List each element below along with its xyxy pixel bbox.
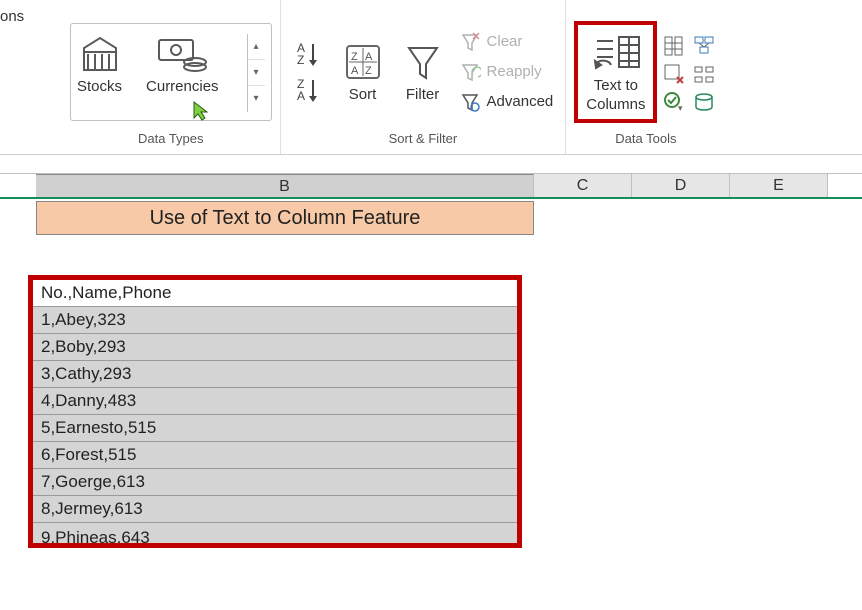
worksheet[interactable]: B C D E Use of Text to Column Feature No…: [0, 155, 862, 548]
consolidate-icon: [693, 35, 715, 57]
group-data-tools: Text to Columns ▾: [566, 0, 725, 154]
group-sort-filter: A Z Z A: [281, 0, 567, 154]
scroll-down-icon[interactable]: ▾: [248, 60, 265, 86]
flash-fill-icon: [663, 35, 685, 57]
advanced-button[interactable]: Advanced: [459, 91, 554, 113]
column-header-D[interactable]: D: [632, 174, 730, 197]
group-label-data-types: Data Types: [138, 129, 204, 150]
svg-text:A: A: [297, 89, 305, 103]
svg-text:Z: Z: [351, 51, 358, 63]
reapply-label: Reapply: [487, 63, 542, 80]
text-to-columns-highlight: Text to Columns: [574, 21, 657, 123]
svg-text:A: A: [351, 65, 359, 77]
table-row[interactable]: 7,Goerge,613: [33, 469, 517, 496]
clear-button[interactable]: Clear: [459, 31, 554, 53]
scroll-up-icon[interactable]: ▴: [248, 34, 265, 60]
sort-desc-button[interactable]: Z A: [295, 76, 325, 104]
relationships-icon: [693, 63, 715, 85]
title-cell[interactable]: Use of Text to Column Feature: [36, 201, 534, 235]
filter-button[interactable]: Filter: [395, 36, 451, 107]
table-row[interactable]: 4,Danny,483: [33, 388, 517, 415]
clear-label: Clear: [487, 33, 523, 50]
data-validation-icon: ▾: [663, 91, 685, 113]
column-header-B[interactable]: B: [36, 174, 534, 197]
sort-button[interactable]: Z A A Z Sort: [335, 36, 391, 107]
group-data-types: Stocks Currencies ▴ ▾: [62, 0, 281, 154]
reapply-button[interactable]: Reapply: [459, 61, 554, 83]
advanced-icon: [459, 91, 481, 113]
group-label-sort-filter: Sort & Filter: [389, 129, 458, 150]
sort-icon: Z A A Z: [341, 40, 385, 84]
sort-asc-icon: A Z: [295, 40, 325, 68]
data-types-gallery[interactable]: Stocks Currencies ▴ ▾: [70, 23, 272, 121]
manage-data-model-button[interactable]: [693, 91, 715, 113]
relationships-button[interactable]: [693, 63, 715, 85]
data-validation-button[interactable]: ▾: [663, 91, 685, 113]
ribbon: ons Stock: [0, 0, 862, 155]
column-header-E[interactable]: E: [730, 174, 828, 197]
table-row[interactable]: 2,Boby,293: [33, 334, 517, 361]
sort-label: Sort: [349, 86, 377, 103]
table-row[interactable]: 5,Earnesto,515: [33, 415, 517, 442]
remove-duplicates-icon: [663, 63, 685, 85]
partial-tab-label: ons: [0, 8, 24, 25]
table-row[interactable]: 9,Phineas,643: [33, 523, 517, 543]
consolidate-button[interactable]: [693, 35, 715, 57]
data-selection-highlight: No.,Name,Phone 1,Abey,323 2,Boby,293 3,C…: [28, 275, 522, 548]
text-to-columns-icon: [589, 31, 643, 75]
currencies-button[interactable]: Currencies: [146, 34, 219, 112]
text-to-columns-button[interactable]: Text to Columns: [580, 27, 651, 117]
column-headers: B C D E: [0, 173, 862, 199]
column-header-C[interactable]: C: [534, 174, 632, 197]
svg-text:▾: ▾: [678, 103, 683, 113]
table-row[interactable]: 1,Abey,323: [33, 307, 517, 334]
clear-icon: [459, 31, 481, 53]
sort-desc-icon: Z A: [295, 76, 325, 104]
data-model-icon: [693, 91, 715, 113]
currencies-icon: [155, 34, 209, 74]
stocks-button[interactable]: Stocks: [77, 34, 122, 112]
sort-asc-button[interactable]: A Z: [295, 40, 325, 68]
table-row[interactable]: 8,Jermey,613: [33, 496, 517, 523]
reapply-icon: [459, 61, 481, 83]
remove-duplicates-button[interactable]: [663, 63, 685, 85]
gallery-scroll[interactable]: ▴ ▾ ▾: [247, 34, 265, 112]
svg-text:Z: Z: [365, 65, 372, 77]
filter-icon: [401, 40, 445, 84]
text-to-columns-label-2: Columns: [586, 96, 645, 113]
currencies-label: Currencies: [146, 78, 219, 95]
table-row[interactable]: No.,Name,Phone: [33, 280, 517, 307]
group-label-data-tools: Data Tools: [615, 129, 676, 150]
table-row[interactable]: 6,Forest,515: [33, 442, 517, 469]
table-row[interactable]: 3,Cathy,293: [33, 361, 517, 388]
scroll-more-icon[interactable]: ▾: [248, 86, 265, 112]
advanced-label: Advanced: [487, 93, 554, 110]
svg-text:A: A: [365, 51, 373, 63]
text-to-columns-label-1: Text to: [594, 77, 638, 94]
flash-fill-button[interactable]: [663, 35, 685, 57]
svg-text:Z: Z: [297, 53, 304, 67]
stocks-icon: [78, 34, 122, 74]
filter-label: Filter: [406, 86, 439, 103]
stocks-label: Stocks: [77, 78, 122, 95]
